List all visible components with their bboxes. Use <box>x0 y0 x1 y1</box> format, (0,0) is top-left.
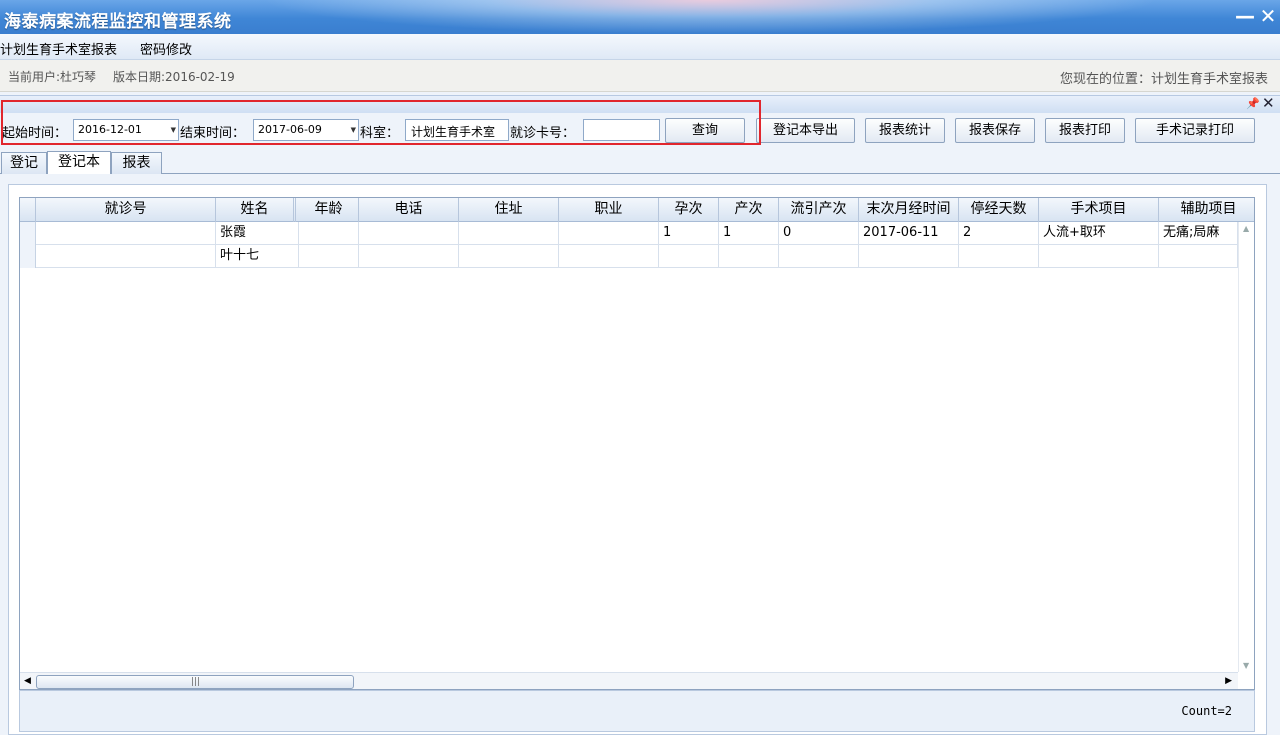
column-header[interactable]: 停经天数 <box>959 198 1039 222</box>
table-cell <box>299 245 359 268</box>
table-cell <box>559 245 659 268</box>
location-breadcrumb: 您现在的位置：计划生育手术室报表 <box>1059 72 1268 87</box>
current-user: 当前用户:杜巧琴 <box>8 70 97 84</box>
pin-icon[interactable]: 📌 <box>1246 97 1260 110</box>
column-header[interactable]: 手术项目 <box>1039 198 1159 222</box>
report-save-button[interactable]: 报表保存 <box>955 118 1035 143</box>
status-bar: 当前用户:杜巧琴 版本日期:2016-02-19 您现在的位置：计划生育手术室报… <box>0 60 1280 92</box>
department-label: 科室： <box>360 126 400 141</box>
grid-footer: Count=2 <box>19 690 1255 732</box>
table-cell: 人流+取环 <box>1039 222 1159 245</box>
version-date: 版本日期:2016-02-19 <box>113 70 235 84</box>
table-cell: 张霞 <box>216 222 299 245</box>
start-time-label: 起始时间： <box>2 126 68 141</box>
table-cell <box>1039 245 1159 268</box>
record-count: Count=2 <box>1181 704 1232 718</box>
column-header[interactable]: 流引产次 <box>779 198 859 222</box>
start-date-value: 2016-12-01 <box>78 123 142 136</box>
surgery-record-print-button[interactable]: 手术记录打印 <box>1135 118 1255 143</box>
card-number-label: 就诊卡号： <box>510 126 576 141</box>
table-cell <box>36 222 216 245</box>
title-bar: 海泰病案流程监控和管理系统 — ✕ <box>0 0 1280 34</box>
end-date-picker[interactable]: 2017-06-09 ▼ <box>253 119 359 141</box>
grid-header: 就诊号 姓名 年龄 电话 住址 职业 孕次 产次 流引产次 末次月经时间 停经天… <box>20 198 1254 222</box>
table-cell <box>959 245 1039 268</box>
table-row[interactable]: 张霞 1 1 0 2017-06-11 2 人流+取环 无痛;局麻 <box>20 222 1254 245</box>
minimize-button[interactable]: — <box>1234 4 1256 28</box>
table-cell: 1 <box>659 222 719 245</box>
menu-item-family-planning-report[interactable]: 计划生育手术室报表 <box>0 39 117 58</box>
department-field[interactable]: 计划生育手术室 <box>405 119 509 141</box>
end-date-value: 2017-06-09 <box>258 123 322 136</box>
column-header[interactable]: 年龄 <box>299 198 359 222</box>
row-selector[interactable] <box>20 222 36 245</box>
scroll-left-icon[interactable]: ◀ <box>24 676 31 686</box>
horizontal-scrollbar[interactable]: ◀ ||| ▶ <box>20 672 1238 689</box>
grip-icon: ||| <box>191 677 201 687</box>
scroll-down-icon[interactable]: ▼ <box>1243 661 1249 670</box>
table-cell <box>1159 245 1238 268</box>
column-header[interactable]: 职业 <box>559 198 659 222</box>
column-header[interactable]: 住址 <box>459 198 559 222</box>
table-cell <box>859 245 959 268</box>
tab-strip: 登记 登记本 报表 <box>0 150 1280 174</box>
table-cell <box>779 245 859 268</box>
table-cell: 无痛;局麻 <box>1159 222 1238 245</box>
menu-item-change-password[interactable]: 密码修改 <box>140 39 192 58</box>
app-title: 海泰病案流程监控和管理系统 <box>4 12 232 32</box>
table-cell: 叶十七 <box>216 245 299 268</box>
panel-header: 📌 ✕ <box>0 94 1280 113</box>
table-cell <box>659 245 719 268</box>
table-cell <box>459 245 559 268</box>
vertical-scrollbar[interactable]: ▲ ▼ <box>1238 222 1254 672</box>
column-header[interactable]: 姓名 <box>216 198 296 222</box>
table-cell <box>719 245 779 268</box>
report-print-button[interactable]: 报表打印 <box>1045 118 1125 143</box>
table-cell: 2017-06-11 <box>859 222 959 245</box>
export-register-button[interactable]: 登记本导出 <box>756 118 855 143</box>
table-cell <box>459 222 559 245</box>
column-header[interactable]: 电话 <box>359 198 459 222</box>
report-stats-button[interactable]: 报表统计 <box>865 118 945 143</box>
table-cell <box>36 245 216 268</box>
panel-close-icon[interactable]: ✕ <box>1262 94 1275 112</box>
title-decoration <box>260 0 1160 34</box>
query-button[interactable]: 查询 <box>665 118 745 143</box>
table-cell <box>359 245 459 268</box>
start-date-picker[interactable]: 2016-12-01 ▼ <box>73 119 179 141</box>
tab-register-book[interactable]: 登记本 <box>47 151 111 174</box>
column-header[interactable]: 辅助项目 <box>1159 198 1254 222</box>
row-selector-header <box>20 198 36 222</box>
query-toolbar: 起始时间： 2016-12-01 ▼ 结束时间： 2017-06-09 ▼ 科室… <box>0 113 1280 149</box>
menu-bar: 计划生育手术室报表 密码修改 <box>0 34 1280 60</box>
scroll-right-icon[interactable]: ▶ <box>1225 676 1232 686</box>
column-header[interactable]: 产次 <box>719 198 779 222</box>
column-header[interactable]: 末次月经时间 <box>859 198 959 222</box>
chevron-down-icon[interactable]: ▼ <box>171 126 176 134</box>
column-header[interactable]: 孕次 <box>659 198 719 222</box>
table-cell <box>559 222 659 245</box>
table-cell: 2 <box>959 222 1039 245</box>
tab-register[interactable]: 登记 <box>1 152 47 174</box>
close-button[interactable]: ✕ <box>1257 4 1279 28</box>
chevron-down-icon[interactable]: ▼ <box>351 126 356 134</box>
scroll-up-icon[interactable]: ▲ <box>1243 224 1249 233</box>
end-time-label: 结束时间： <box>180 126 246 141</box>
column-header[interactable]: 就诊号 <box>36 198 216 222</box>
card-number-input[interactable] <box>583 119 660 141</box>
table-cell: 0 <box>779 222 859 245</box>
tab-report[interactable]: 报表 <box>111 152 162 174</box>
row-selector[interactable] <box>20 245 36 268</box>
table-cell <box>359 222 459 245</box>
table-row[interactable]: 叶十七 <box>20 245 1254 268</box>
scroll-thumb[interactable]: ||| <box>36 675 354 689</box>
table-cell: 1 <box>719 222 779 245</box>
table-cell <box>299 222 359 245</box>
register-grid: 就诊号 姓名 年龄 电话 住址 职业 孕次 产次 流引产次 末次月经时间 停经天… <box>19 197 1255 690</box>
